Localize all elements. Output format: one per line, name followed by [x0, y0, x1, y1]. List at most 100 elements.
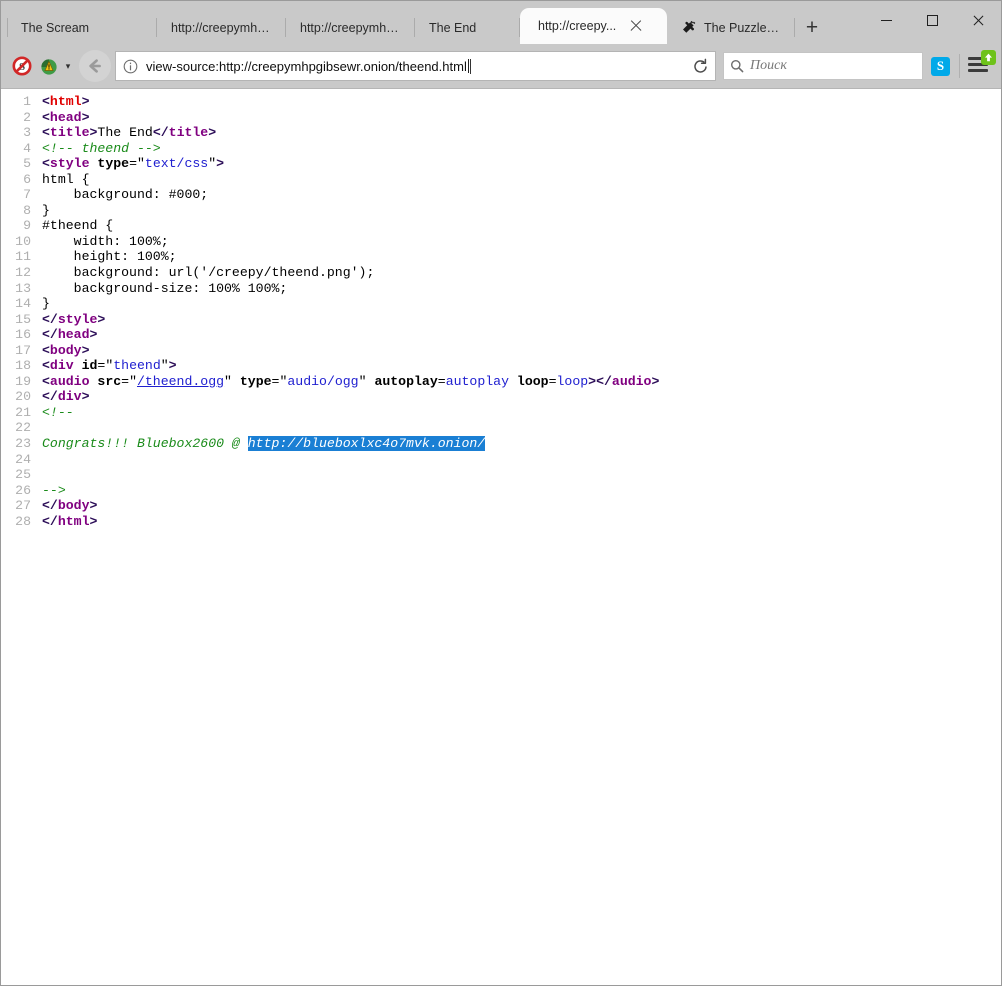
source-token-bracket: <	[42, 374, 50, 389]
source-token-bracket: </	[596, 374, 612, 389]
source-token-bracket: >	[89, 327, 97, 342]
source-line: 23Congrats!!! Bluebox2600 @ http://blueb…	[1, 436, 1001, 452]
tab-creepymhp-1[interactable]: http://creepymhp...	[157, 11, 286, 44]
source-token-attr: src	[90, 374, 122, 389]
source-token-plain: "	[359, 374, 367, 389]
source-token-val: audio/ogg	[287, 374, 358, 389]
tab-the-scream[interactable]: The Scream	[7, 11, 157, 44]
source-token-tag: html	[58, 514, 90, 529]
noscript-button[interactable]: S	[7, 51, 37, 81]
source-line: 9#theend {	[1, 218, 1001, 234]
new-tab-button[interactable]: +	[795, 11, 829, 44]
line-number: 8	[1, 203, 31, 219]
source-token-tag: title	[50, 125, 90, 140]
tab-the-puzzle-master[interactable]: The Puzzle Ma...	[667, 11, 795, 44]
source-token-bracket: <	[42, 125, 50, 140]
line-number: 15	[1, 312, 31, 328]
source-token-tag: body	[58, 498, 90, 513]
tab-label: The Puzzle Ma...	[704, 21, 781, 35]
menu-button[interactable]	[967, 54, 993, 78]
source-token-bracket: </	[42, 312, 58, 327]
source-token-text: The End	[97, 125, 152, 140]
source-token-tag: body	[50, 343, 82, 358]
address-bar-value: view-source:http://creepymhpgibsewr.onio…	[146, 59, 467, 74]
source-token-bracket: <	[42, 156, 50, 171]
source-token-bracket: </	[42, 514, 58, 529]
address-bar-input[interactable]: view-source:http://creepymhpgibsewr.onio…	[144, 59, 685, 74]
tab-the-end[interactable]: The End	[415, 11, 520, 44]
source-token-bracket: <	[42, 110, 50, 125]
update-badge[interactable]	[981, 50, 996, 65]
source-token-plain: }	[42, 203, 50, 218]
source-line: 8}	[1, 203, 1001, 219]
source-line: 11 height: 100%;	[1, 249, 1001, 265]
https-everywhere-button[interactable]	[37, 51, 61, 81]
source-token-bracket: >	[208, 125, 216, 140]
source-token-bracket: <	[42, 343, 50, 358]
source-token-tag: head	[50, 110, 82, 125]
reload-icon	[692, 58, 709, 75]
page-info-icon[interactable]	[116, 59, 144, 74]
extension-dropdown-button[interactable]: ▾	[61, 51, 75, 81]
chevron-down-icon: ▾	[66, 61, 71, 72]
source-line: 3<title>The End</title>	[1, 125, 1001, 141]
window-controls	[863, 1, 1001, 39]
source-token-plain: "	[161, 358, 169, 373]
line-number: 10	[1, 234, 31, 250]
line-number: 9	[1, 218, 31, 234]
source-token-bracket: >	[169, 358, 177, 373]
source-token-plain: "	[208, 156, 216, 171]
navigation-toolbar: S ▾	[1, 44, 1001, 88]
view-source-content[interactable]: 1<html>2<head>3<title>The End</title>4<!…	[1, 88, 1001, 985]
close-button[interactable]	[955, 1, 1001, 39]
source-token-attr: loop	[509, 374, 549, 389]
source-token-bracket: </	[42, 327, 58, 342]
search-icon	[724, 59, 750, 73]
source-token-plain: ="	[121, 374, 137, 389]
line-number: 23	[1, 436, 31, 452]
line-number: 24	[1, 452, 31, 468]
line-number: 20	[1, 389, 31, 405]
reload-button[interactable]	[685, 52, 715, 80]
close-icon[interactable]	[628, 18, 644, 34]
source-line: 12 background: url('/creepy/theend.png')…	[1, 265, 1001, 281]
tab-label: http://creepymhp...	[300, 21, 401, 35]
source-token-comment: http://blueboxlxc4o7mvk.onion/	[248, 436, 485, 451]
source-line: 25​	[1, 467, 1001, 483]
search-input[interactable]: Поиск	[750, 58, 787, 74]
source-token-val: text/css	[145, 156, 208, 171]
minimize-button[interactable]	[863, 1, 909, 39]
source-line: 5<style type="text/css">	[1, 156, 1001, 172]
source-token-attr: type	[90, 156, 130, 171]
line-number: 4	[1, 141, 31, 157]
source-token-bracket: >	[89, 498, 97, 513]
maximize-icon	[927, 15, 938, 26]
https-everywhere-icon	[39, 56, 59, 76]
minimize-icon	[881, 20, 892, 21]
tab-creepy-active[interactable]: http://creepy...	[520, 8, 667, 44]
hamburger-line-3	[968, 69, 988, 72]
search-bar[interactable]: Поиск	[723, 52, 923, 80]
line-number: 13	[1, 281, 31, 297]
source-token-plain: ="	[97, 358, 113, 373]
back-arrow-icon	[85, 56, 105, 76]
tab-creepymhp-2[interactable]: http://creepymhp...	[286, 11, 415, 44]
line-number: 5	[1, 156, 31, 172]
tab-label: The End	[429, 21, 476, 35]
tab-label: http://creepymhp...	[171, 21, 272, 35]
back-button[interactable]	[79, 50, 111, 82]
maximize-button[interactable]	[909, 1, 955, 39]
source-token-bracket: >	[82, 94, 90, 109]
source-code-listing: 1<html>2<head>3<title>The End</title>4<!…	[1, 89, 1001, 529]
source-line: 27</body>	[1, 498, 1001, 514]
source-line: 6html {	[1, 172, 1001, 188]
line-number: 12	[1, 265, 31, 281]
source-token-link[interactable]: /theend.ogg	[137, 374, 224, 389]
source-token-plain: background: url('/creepy/theend.png');	[42, 265, 374, 280]
skype-icon: S	[937, 58, 944, 74]
source-line: 10 width: 100%;	[1, 234, 1001, 250]
skype-button[interactable]: S	[931, 57, 950, 76]
address-bar[interactable]: view-source:http://creepymhpgibsewr.onio…	[115, 51, 716, 81]
line-number: 27	[1, 498, 31, 514]
source-token-bracket: </	[42, 389, 58, 404]
